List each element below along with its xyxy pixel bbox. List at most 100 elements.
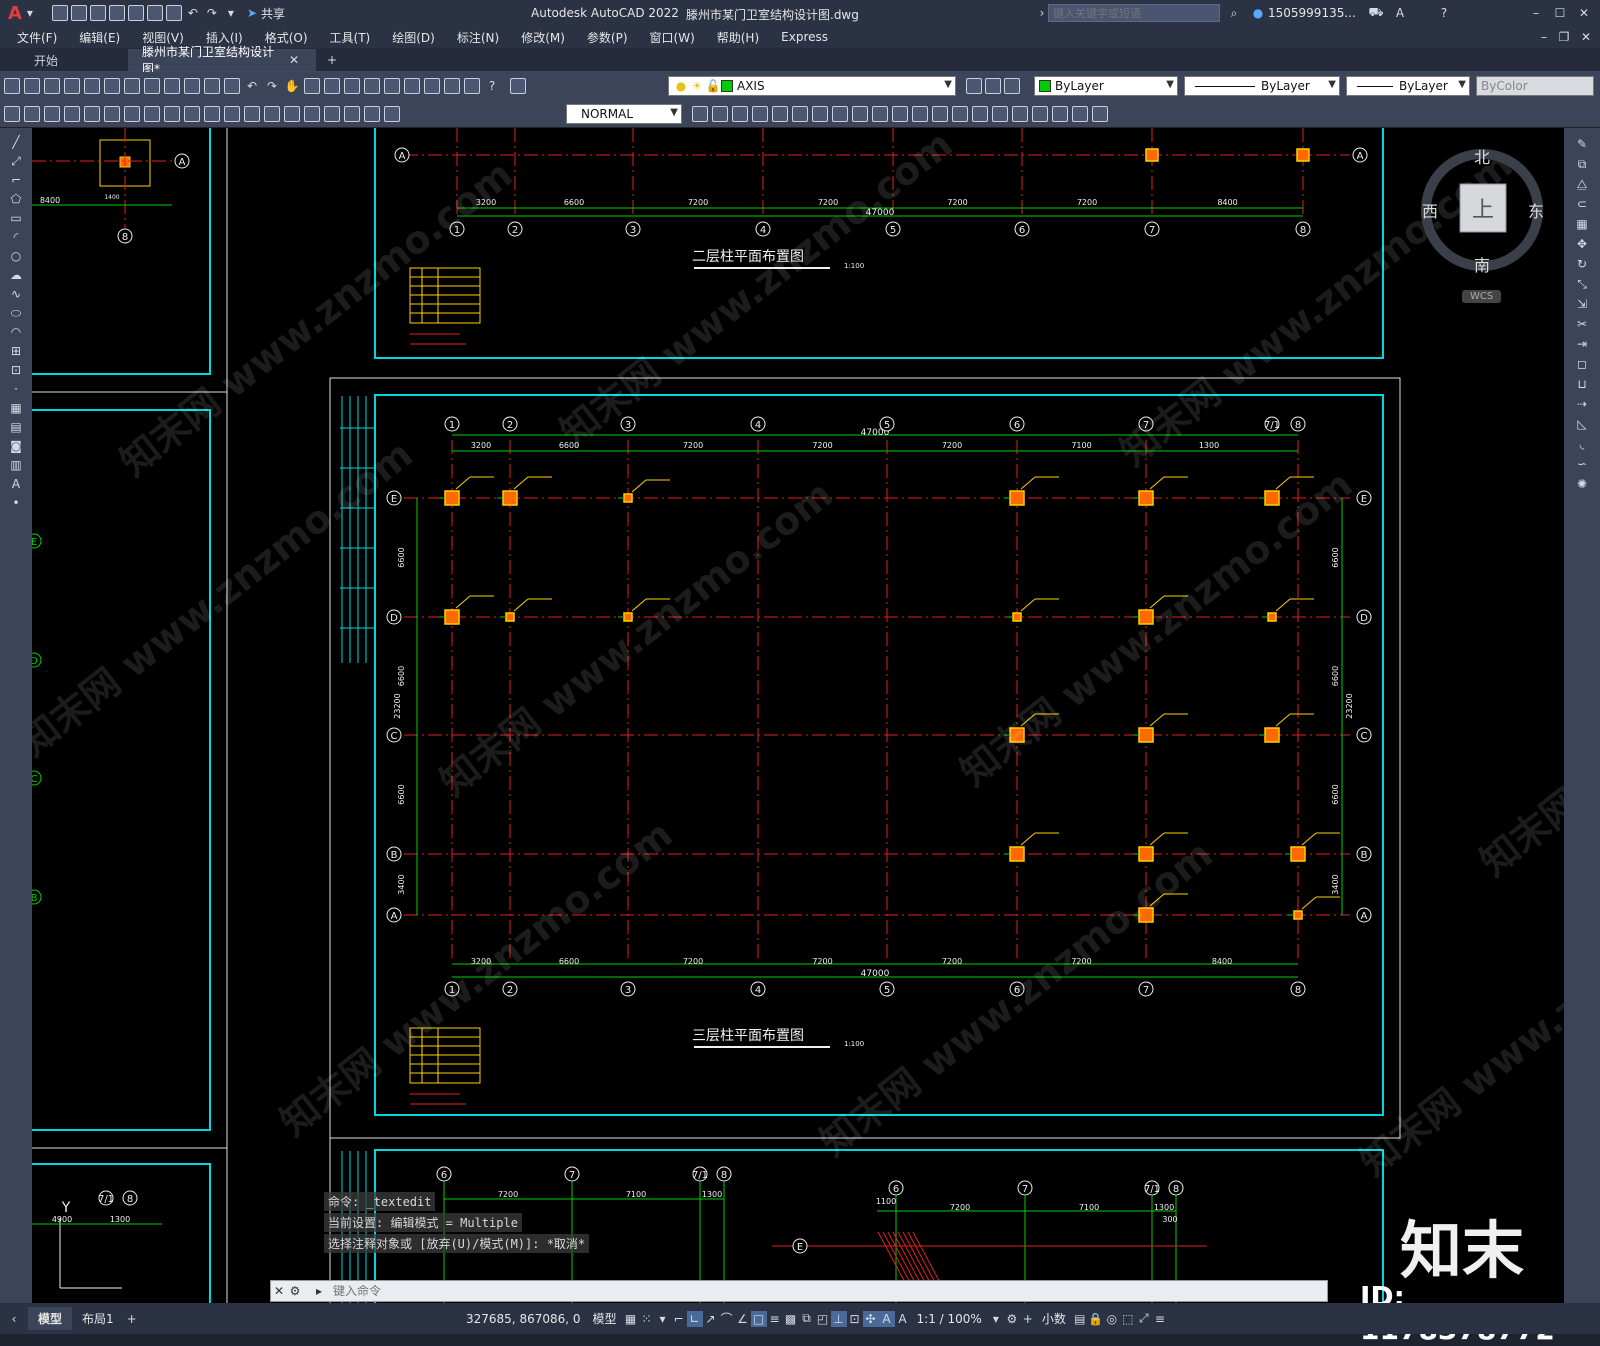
web-save-icon[interactable] [146, 5, 163, 21]
save-icon[interactable] [89, 5, 106, 21]
annotation-scale[interactable]: 1:1 / 100% [911, 1312, 988, 1326]
menu-tools[interactable]: 工具(T) [319, 29, 382, 46]
compass-east[interactable]: 东 [1528, 198, 1544, 222]
spline-icon[interactable]: ∿ [8, 286, 24, 302]
insert-block-icon[interactable]: ⊞ [8, 343, 24, 359]
help-icon[interactable]: ? [1436, 5, 1452, 21]
isodraft-icon[interactable]: ⌒ [719, 1311, 735, 1327]
drawing-canvas[interactable]: 47000 47000 3200 6600 7200 7200 7200 7100 1300 32… [32, 128, 1564, 1303]
chamfer-icon[interactable]: ◺ [1574, 416, 1590, 432]
m4-icon[interactable] [772, 106, 788, 122]
copy-object-icon[interactable]: ⧉ [1574, 156, 1590, 172]
new-icon[interactable] [51, 5, 68, 21]
point-icon[interactable]: · [8, 381, 24, 397]
open2-icon[interactable] [24, 78, 40, 94]
undo2-icon[interactable]: ↶ [244, 78, 260, 94]
print-icon[interactable] [64, 78, 80, 94]
inspection-icon[interactable] [304, 105, 320, 122]
grid-icon[interactable]: ▦ [623, 1311, 639, 1327]
make-current-icon[interactable] [966, 78, 982, 94]
pan-icon[interactable]: ✋ [284, 78, 300, 94]
redo2-icon[interactable]: ↷ [264, 78, 280, 94]
layer-select[interactable]: ● ☀ 🔓 AXIS ▼ [668, 76, 956, 96]
tab-drawing[interactable]: 滕州市某门卫室结构设计图* ✕ [128, 45, 316, 76]
share-button[interactable]: 共享 [261, 5, 285, 22]
hatch-icon[interactable]: ▦ [8, 400, 24, 416]
dim-update-icon[interactable] [384, 105, 400, 122]
menu-modify[interactable]: 修改(M) [510, 29, 576, 46]
tolerance-icon[interactable] [264, 105, 280, 122]
layer-previous-icon[interactable] [985, 78, 1001, 94]
open-icon[interactable] [70, 5, 87, 21]
stretch-icon[interactable]: ⇲ [1574, 296, 1590, 312]
m3-icon[interactable] [752, 106, 768, 122]
tab-model[interactable]: 模型 [28, 1307, 73, 1330]
3dprint-icon[interactable] [124, 78, 140, 94]
maximize-icon[interactable]: ☐ [1552, 5, 1568, 21]
make-block-icon[interactable]: ⊡ [8, 362, 24, 378]
arc-icon[interactable]: ◜ [8, 229, 24, 245]
transparency-icon[interactable]: ▩ [783, 1311, 799, 1327]
wcs-menu[interactable]: WCS [1462, 290, 1502, 303]
qnew-icon[interactable] [4, 78, 20, 94]
toolpalette-icon[interactable] [404, 78, 420, 94]
textstyle-select[interactable]: NORMAL ▼ [566, 104, 682, 124]
m18-icon[interactable] [1052, 106, 1068, 122]
workspace-gear-icon[interactable]: ⚙ [1004, 1311, 1020, 1327]
viewcube-top-face[interactable]: 上 [1472, 192, 1494, 224]
center-mark-icon[interactable] [284, 105, 300, 122]
offset-icon[interactable]: ⊂ [1574, 196, 1590, 212]
paste-icon[interactable] [184, 78, 200, 94]
tab-close-icon[interactable]: ✕ [286, 52, 302, 68]
dim-arc-icon[interactable] [44, 105, 60, 122]
zoom-previous-icon[interactable] [344, 78, 360, 94]
break-point-icon[interactable]: ◻ [1574, 356, 1590, 372]
polygon-icon[interactable]: ⬠ [8, 191, 24, 207]
dimtedit-icon[interactable] [364, 105, 380, 122]
mirror-icon[interactable]: ⧋ [1574, 176, 1590, 192]
gizmo-icon[interactable]: ✣ [862, 1310, 879, 1327]
xline-icon[interactable]: ⤢ [8, 153, 24, 169]
m2-icon[interactable] [732, 106, 748, 122]
dim-jogged-icon[interactable] [104, 105, 120, 122]
dim-space-icon[interactable] [224, 105, 240, 122]
dim-edit-icon[interactable] [344, 105, 360, 122]
dim-angular-icon[interactable] [144, 105, 160, 122]
m7-icon[interactable] [832, 106, 848, 122]
cut-icon[interactable] [144, 78, 160, 94]
preview-icon[interactable] [84, 78, 100, 94]
cmd-customize-icon[interactable]: ⚙ [287, 1283, 303, 1299]
zoom-window-icon[interactable] [324, 78, 340, 94]
properties-icon[interactable] [364, 78, 380, 94]
dim-continue-icon[interactable] [204, 105, 220, 122]
doc-minimize-icon[interactable]: – [1536, 29, 1552, 45]
cad-drawing[interactable]: 47000470003200 6600 7200 7200 7200 7100 130032… [32, 128, 1564, 1303]
minimize-icon[interactable]: – [1528, 5, 1544, 21]
dynamic-ucs-icon[interactable]: ⊥ [830, 1310, 847, 1327]
dim-aligned-icon[interactable] [24, 105, 40, 122]
cart-icon[interactable]: ⛟ [1368, 5, 1384, 21]
m20-icon[interactable] [1092, 106, 1108, 122]
isolate-objects-icon[interactable]: ◎ [1104, 1311, 1120, 1327]
undo-icon[interactable]: ↶ [185, 5, 201, 21]
dim-baseline-icon[interactable] [184, 105, 200, 122]
ellipse-icon[interactable]: ⬭ [8, 305, 24, 321]
zoom-realtime-icon[interactable] [304, 78, 320, 94]
m1-icon[interactable] [712, 106, 728, 122]
viewcube[interactable]: 北 南 东 西 上 WCS [1398, 130, 1568, 320]
annotation-visibility-icon[interactable]: A [878, 1310, 895, 1327]
web-open-icon[interactable] [127, 5, 144, 21]
cmd-close-icon[interactable]: ✕ [271, 1283, 287, 1299]
jogged-linear-icon[interactable] [324, 105, 340, 122]
osnap-icon[interactable]: □ [750, 1310, 767, 1327]
menu-draw[interactable]: 绘图(D) [381, 29, 446, 46]
search-icon[interactable]: ⌕ [1226, 5, 1242, 21]
m9-icon[interactable] [872, 106, 888, 122]
plot-icon[interactable] [165, 5, 182, 21]
m13-icon[interactable] [952, 106, 968, 122]
m16-icon[interactable] [1012, 106, 1028, 122]
model-space-button[interactable]: 模型 [587, 1310, 623, 1327]
layer-thaw-icon[interactable]: ☀ [689, 78, 705, 94]
autoscale-icon[interactable]: A [895, 1311, 911, 1327]
customization-icon[interactable]: ≡ [1152, 1311, 1168, 1327]
